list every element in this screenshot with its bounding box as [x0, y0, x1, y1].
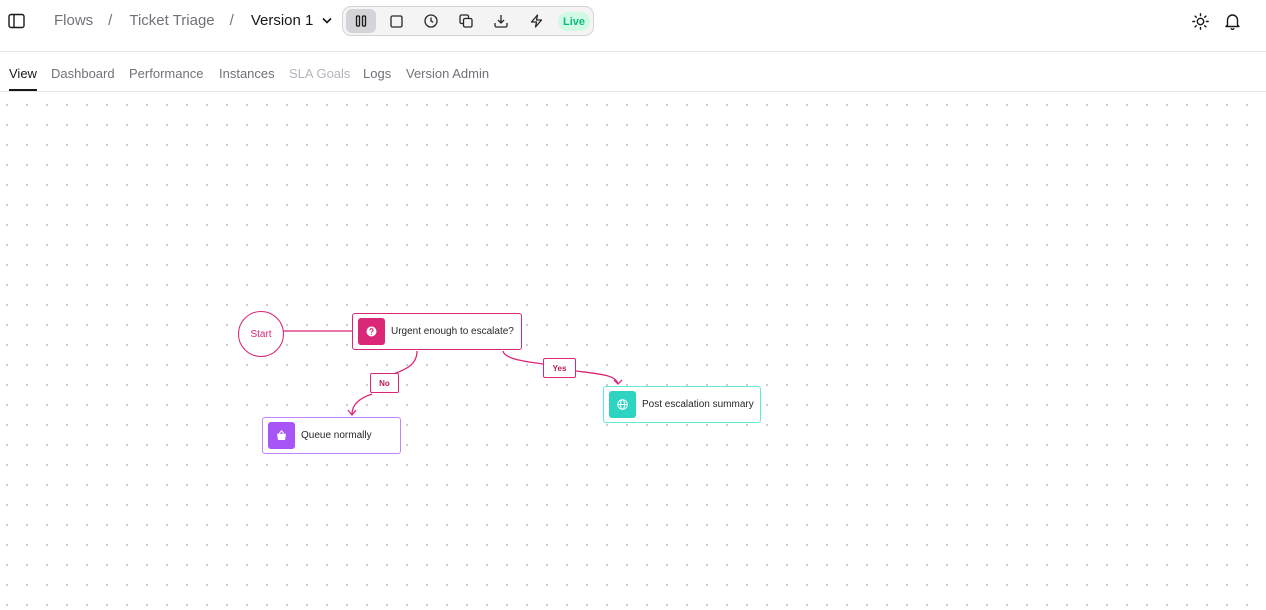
stop-button[interactable]: [381, 9, 411, 33]
breadcrumb-ticket-triage[interactable]: Ticket Triage: [129, 12, 214, 29]
top-bar: Flows / Ticket Triage / Version 1 Live: [0, 0, 1266, 44]
breadcrumb-flows[interactable]: Flows: [54, 12, 93, 29]
notifications-button[interactable]: [1222, 11, 1242, 31]
decision-node-label: Urgent enough to escalate?: [391, 326, 514, 337]
basket-icon: [268, 422, 295, 449]
tab-dashboard[interactable]: Dashboard: [51, 66, 115, 81]
version-label: Version 1: [250, 12, 314, 29]
bell-icon: [1224, 13, 1240, 30]
download-icon: [494, 15, 508, 28]
sun-icon: [1191, 12, 1209, 30]
theme-toggle-button[interactable]: [1190, 11, 1210, 31]
tab-instances[interactable]: Instances: [219, 66, 275, 81]
tab-bar: View Dashboard Performance Instances SLA…: [0, 52, 1266, 92]
post-summary-node-label: Post escalation summary: [642, 399, 754, 410]
flow-canvas[interactable]: [0, 92, 1266, 610]
start-node-label: Start: [250, 328, 272, 340]
stop-icon: [389, 14, 403, 28]
clock-icon: [424, 14, 438, 28]
breadcrumb-separator: /: [108, 12, 113, 29]
tab-view[interactable]: View: [9, 66, 37, 81]
version-selector[interactable]: Version 1: [251, 12, 333, 29]
tab-logs[interactable]: Logs: [363, 66, 391, 81]
pause-icon: [355, 15, 367, 27]
queue-node-label: Queue normally: [301, 430, 372, 441]
edge-label-no[interactable]: No: [370, 373, 399, 393]
breadcrumb-separator: /: [229, 12, 234, 29]
chevron-down-icon: [322, 17, 332, 24]
pause-button[interactable]: [346, 9, 376, 33]
download-button[interactable]: [486, 9, 516, 33]
post-summary-node[interactable]: Post escalation summary: [603, 386, 761, 423]
question-icon: [358, 318, 385, 345]
tab-performance[interactable]: Performance: [129, 66, 203, 81]
lightning-icon: [530, 14, 542, 28]
sidebar-toggle-icon[interactable]: [6, 11, 26, 31]
copy-icon: [459, 14, 473, 28]
trigger-button[interactable]: [521, 9, 551, 33]
breadcrumb: Flows / Ticket Triage / Version 1: [54, 12, 332, 29]
edge-label-yes[interactable]: Yes: [543, 358, 576, 378]
flow-toolbar: Live: [342, 6, 594, 36]
globe-icon: [609, 391, 636, 418]
live-status-badge: Live: [558, 12, 590, 31]
history-button[interactable]: [416, 9, 446, 33]
duplicate-button[interactable]: [451, 9, 481, 33]
tab-version-admin[interactable]: Version Admin: [406, 66, 489, 81]
start-node[interactable]: Start: [238, 311, 284, 357]
tab-sla-goals: SLA Goals: [289, 66, 351, 81]
decision-node[interactable]: Urgent enough to escalate?: [352, 313, 522, 350]
queue-node[interactable]: Queue normally: [262, 417, 401, 454]
